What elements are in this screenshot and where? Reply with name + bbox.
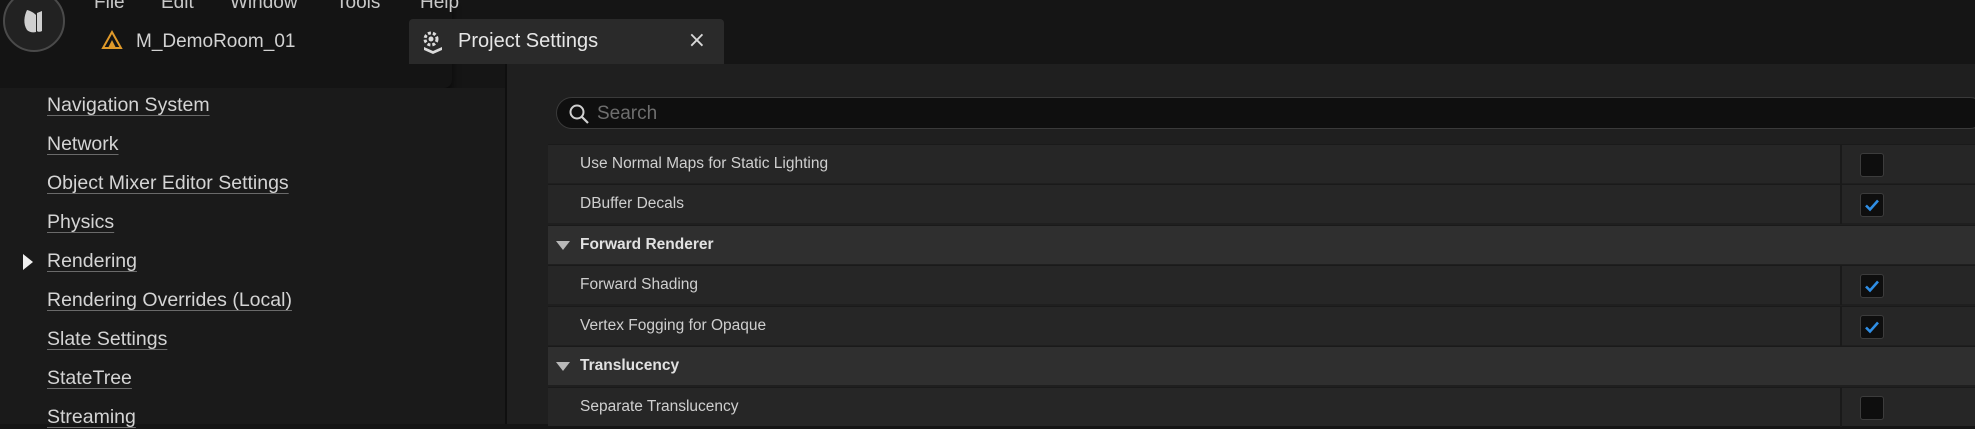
tab-project-settings[interactable]: Project Settings × xyxy=(409,19,724,64)
menu-window[interactable]: Window xyxy=(230,0,298,14)
checkmark-icon xyxy=(1865,199,1879,212)
property-label: Use Normal Maps for Static Lighting xyxy=(580,155,829,172)
search-input[interactable] xyxy=(595,100,1899,128)
checkbox-checked[interactable] xyxy=(1860,274,1884,298)
category-label: Translucency xyxy=(580,357,680,374)
category-row-forward-renderer[interactable]: Forward Renderer xyxy=(548,225,1975,264)
category-label: Forward Renderer xyxy=(580,236,714,253)
property-label: Separate Translucency xyxy=(580,398,739,415)
material-icon xyxy=(100,29,124,55)
sidebar-item-rendering-overrides-local[interactable]: Rendering Overrides (Local) xyxy=(47,289,292,312)
column-splitter[interactable] xyxy=(1840,388,1842,427)
property-label: Forward Shading xyxy=(580,276,699,293)
sidebar-item-slate-settings[interactable]: Slate Settings xyxy=(47,328,167,351)
menu-file[interactable]: File xyxy=(94,0,125,14)
sidebar-item-navigation-system[interactable]: Navigation System xyxy=(47,94,210,117)
property-row-forward-shading: Forward Shading xyxy=(548,265,1975,305)
property-row-use-normal-maps: Use Normal Maps for Static Lighting xyxy=(548,144,1975,184)
expand-arrow-icon[interactable] xyxy=(556,241,570,250)
column-splitter[interactable] xyxy=(1840,145,1842,184)
close-tab-icon[interactable]: × xyxy=(688,28,706,53)
column-splitter[interactable] xyxy=(1840,307,1842,346)
checkmark-icon xyxy=(1865,280,1879,293)
property-row-vertex-fogging: Vertex Fogging for Opaque xyxy=(548,306,1975,346)
search-icon xyxy=(569,104,589,124)
checkmark-icon xyxy=(1865,321,1879,334)
menu-strip: File Edit Window Tools Help M_DemoRoom_0… xyxy=(0,0,459,88)
sidebar-item-physics[interactable]: Physics xyxy=(47,211,114,234)
column-splitter[interactable] xyxy=(1840,266,1842,305)
search-box[interactable] xyxy=(556,97,1975,129)
column-splitter[interactable] xyxy=(1840,185,1842,224)
menu-tools[interactable]: Tools xyxy=(336,0,380,14)
sidebar-item-network[interactable]: Network xyxy=(47,133,119,156)
sidebar-item-object-mixer-editor-settings[interactable]: Object Mixer Editor Settings xyxy=(47,172,289,195)
property-label: DBuffer Decals xyxy=(580,195,684,212)
checkbox-unchecked[interactable] xyxy=(1860,153,1884,177)
settings-sidebar: Navigation System Network Object Mixer E… xyxy=(0,88,505,428)
sidebar-item-statetree[interactable]: StateTree xyxy=(47,367,132,390)
property-row-separate-translucency: Separate Translucency xyxy=(548,387,1975,427)
category-row-translucency[interactable]: Translucency xyxy=(548,346,1975,385)
checkbox-checked[interactable] xyxy=(1860,193,1884,217)
unreal-engine-logo-icon[interactable] xyxy=(3,0,65,52)
sidebar-item-rendering[interactable]: Rendering xyxy=(47,250,137,273)
expand-arrow-icon[interactable] xyxy=(556,362,570,371)
tab-label: M_DemoRoom_01 xyxy=(136,31,296,52)
menu-edit[interactable]: Edit xyxy=(161,0,194,14)
sidebar-item-streaming[interactable]: Streaming xyxy=(47,406,136,429)
checkbox-checked[interactable] xyxy=(1860,315,1884,339)
selected-arrow-icon xyxy=(23,254,33,270)
menu-help[interactable]: Help xyxy=(420,0,459,14)
checkbox-unchecked[interactable] xyxy=(1860,396,1884,420)
property-row-dbuffer-decals: DBuffer Decals xyxy=(548,184,1975,224)
settings-gear-icon xyxy=(420,29,446,55)
property-label: Vertex Fogging for Opaque xyxy=(580,317,767,334)
tab-label: Project Settings xyxy=(458,30,599,52)
tab-m-demoroom-01[interactable]: M_DemoRoom_01 xyxy=(100,28,295,56)
